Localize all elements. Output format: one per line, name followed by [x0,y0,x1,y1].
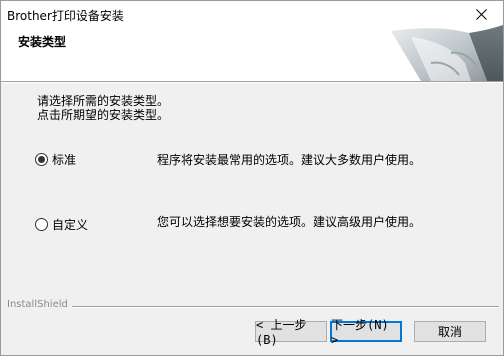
instruction-line-1: 请选择所需的安装类型。 [37,94,170,108]
option-standard-label: 标准 [52,153,77,167]
instructions: 请选择所需的安装类型。 点击所期望的安装类型。 [37,94,169,122]
header-graphic [391,23,503,81]
cancel-button[interactable]: 取消 [414,321,486,342]
option-standard-description: 程序将安装最常用的选项。建议大多数用户使用。 [157,153,422,167]
footer-separator [7,306,499,308]
option-standard[interactable]: 标准 [35,151,76,168]
instruction-line-2: 点击所期望的安装类型。 [37,108,170,122]
back-button[interactable]: < 上一步(B) [255,318,327,347]
window-title: Brother打印设备安装 [7,9,124,23]
radio-standard[interactable] [35,153,48,166]
radio-custom[interactable] [35,218,48,231]
option-custom-description: 您可以选择想要安装的选项。建议高级用户使用。 [157,215,422,229]
installer-window: Brother打印设备安装 安装类型 请选择所需的安装类型。 点击所期望的安装类… [0,0,504,356]
next-button[interactable]: 下一步(N) > [330,318,402,347]
header-separator [1,81,503,83]
option-custom[interactable]: 自定义 [35,216,88,233]
installshield-label: InstallShield [7,299,72,310]
close-icon [475,9,487,23]
header-banner: 安装类型 [1,23,503,81]
option-custom-label: 自定义 [52,218,89,232]
page-title: 安装类型 [18,35,67,49]
